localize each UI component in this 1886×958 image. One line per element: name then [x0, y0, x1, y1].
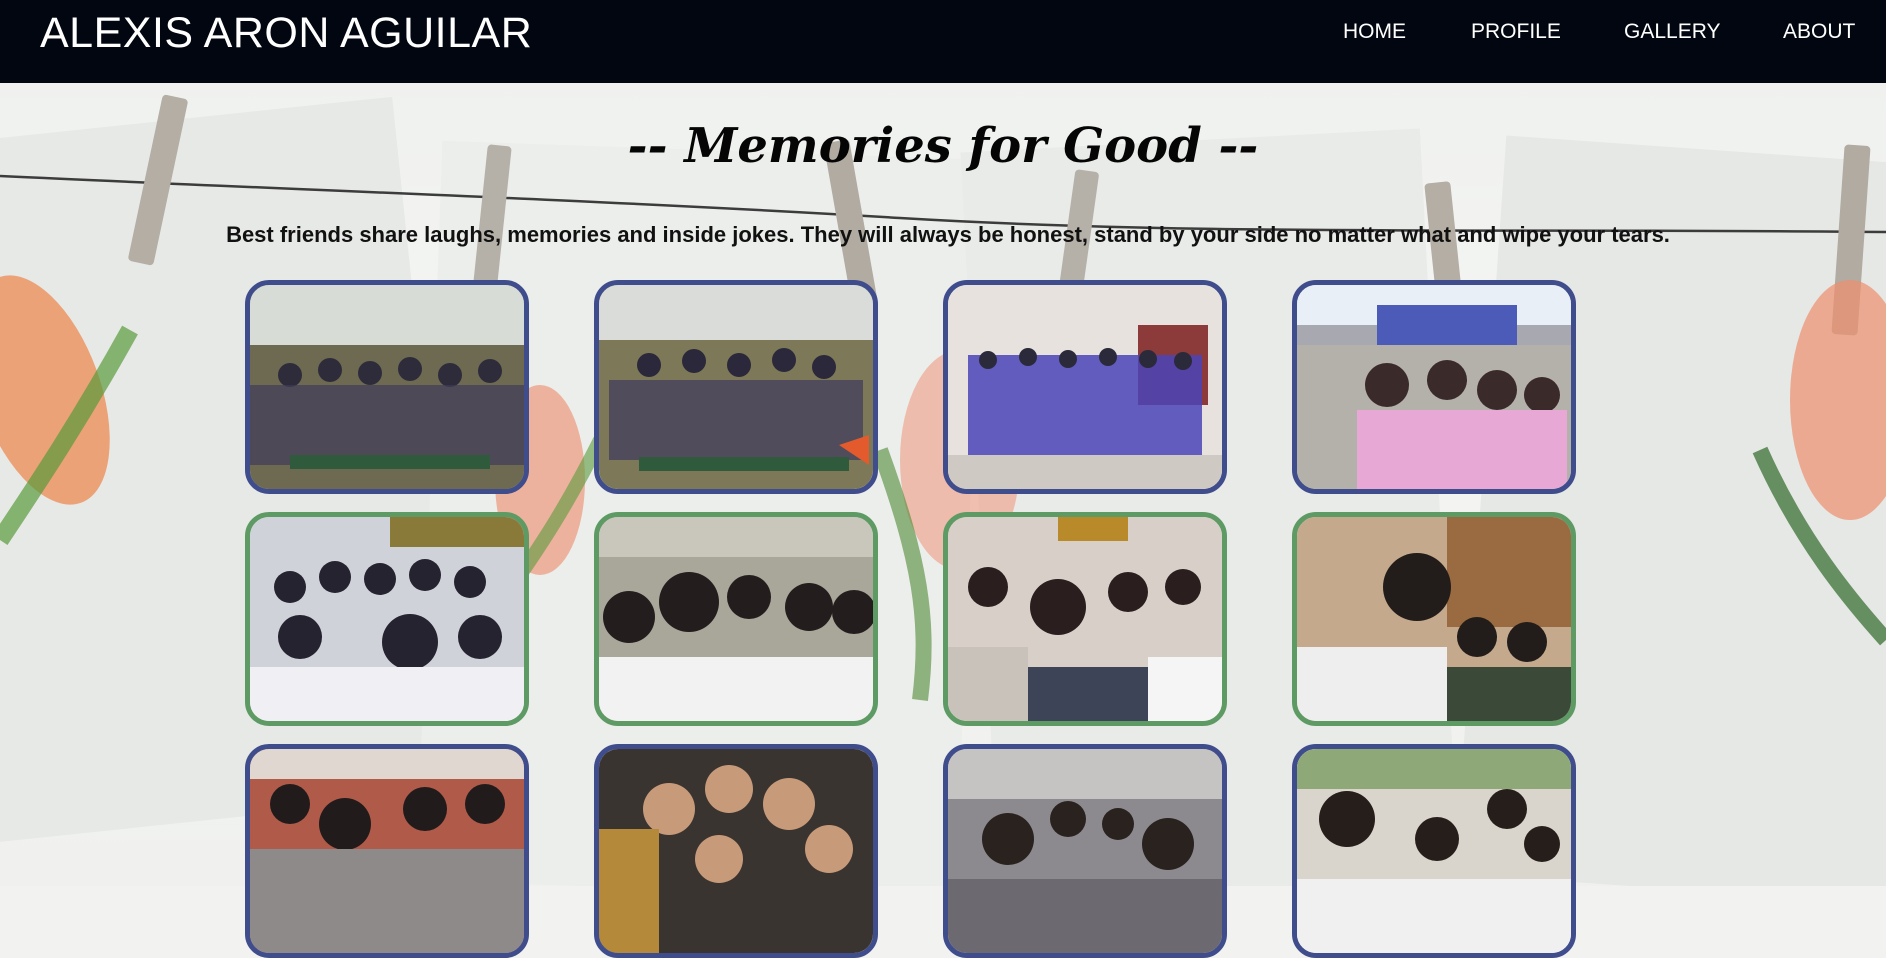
gallery-photo[interactable] — [1292, 744, 1576, 958]
gallery-photo[interactable] — [943, 744, 1227, 958]
nav-profile-link[interactable]: PROFILE — [1471, 20, 1561, 46]
gallery-photo[interactable] — [245, 744, 529, 958]
gallery-photo[interactable] — [245, 512, 529, 726]
page-title: -- Memories for Good -- — [627, 118, 1259, 174]
page-description: Best friends share laughs, memories and … — [226, 222, 1670, 247]
gallery-photo[interactable] — [943, 512, 1227, 726]
gallery-photo[interactable] — [594, 512, 878, 726]
navbar: ALEXIS ARON AGUILAR HOME PROFILE GALLERY… — [0, 0, 1886, 83]
nav-about-link[interactable]: ABOUT — [1783, 20, 1855, 46]
brand-title[interactable]: ALEXIS ARON AGUILAR — [40, 8, 532, 58]
nav-gallery-link[interactable]: GALLERY — [1624, 20, 1721, 46]
nav-home-link[interactable]: HOME — [1343, 20, 1406, 46]
gallery-photo[interactable] — [943, 280, 1227, 494]
gallery-photo[interactable] — [245, 280, 529, 494]
gallery-photo[interactable] — [1292, 512, 1576, 726]
gallery-photo[interactable] — [1292, 280, 1576, 494]
gallery-photo[interactable] — [594, 280, 878, 494]
gallery-photo[interactable] — [594, 744, 878, 958]
